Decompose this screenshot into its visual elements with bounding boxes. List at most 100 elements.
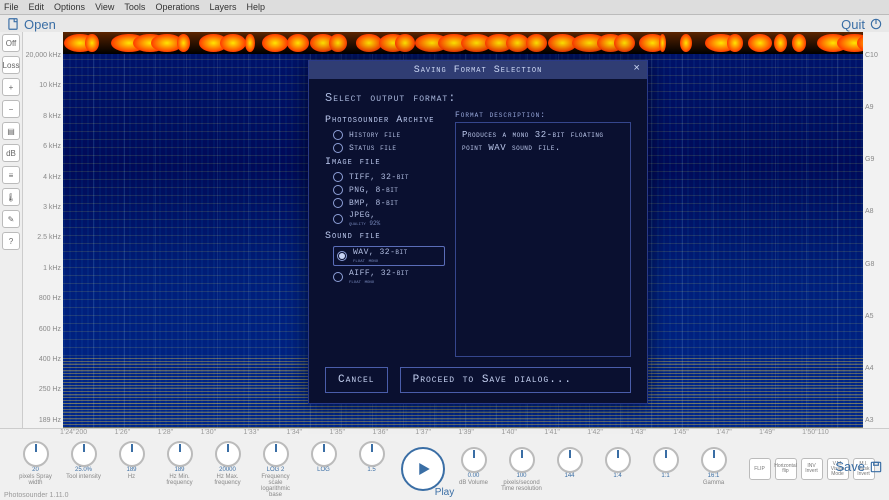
knob-gamma[interactable]: 16:1Gamma: [693, 447, 735, 492]
open-button[interactable]: Open: [6, 17, 56, 32]
format-option-png[interactable]: PNG, 8-bit: [333, 185, 445, 195]
menu-help[interactable]: Help: [246, 2, 265, 12]
subtract-tool[interactable]: −: [2, 100, 20, 118]
eq-tool[interactable]: ≡: [2, 166, 20, 184]
time-tick: 1'33": [244, 429, 260, 441]
option-label: TIFF, 32-bit: [349, 173, 409, 182]
freq-tick: 20,000 kHz: [25, 52, 61, 59]
menu-operations[interactable]: Operations: [155, 2, 199, 12]
time-tick: 1'36": [372, 429, 388, 441]
format-option-aiff[interactable]: AIFF, 32-bitfloat mono: [333, 269, 445, 285]
play-button[interactable]: [401, 447, 445, 491]
knob-pps[interactable]: 100pixels/second Time resolution: [501, 447, 543, 492]
layers-tool[interactable]: ▤: [2, 122, 20, 140]
knob-spray-hz[interactable]: 189Hz: [111, 441, 153, 498]
save-button[interactable]: Save: [835, 459, 883, 474]
option-label: JPEG,quality 92%: [349, 211, 380, 227]
header: Open Quit: [0, 15, 889, 33]
freq-tick: 189 Hz: [25, 417, 61, 424]
knob-max-freq[interactable]: 20000Hz Max. frequency: [207, 441, 249, 498]
hrip-btn[interactable]: Horizontal flip: [775, 458, 797, 480]
db-tool[interactable]: dB: [2, 144, 20, 162]
format-option-history[interactable]: History file: [333, 130, 445, 140]
time-tick: 1'26": [115, 429, 131, 441]
freq-tick: 6 kHz: [25, 143, 61, 150]
format-option-bmp[interactable]: BMP, 8-bit: [333, 198, 445, 208]
off-toggle[interactable]: Off: [2, 34, 20, 52]
lossless-toggle[interactable]: Loss: [2, 56, 20, 74]
knob-value: 189: [126, 467, 136, 473]
knob-tool-intensity[interactable]: 25.0%Tool intensity: [63, 441, 105, 498]
knob-label: Hz: [128, 474, 135, 480]
freq-tick: 2.5 kHz: [25, 234, 61, 241]
freq-tick: 10 kHz: [25, 82, 61, 89]
knob-value: 25.0%: [75, 467, 92, 473]
knob-value: 16:1: [708, 473, 720, 479]
proceed-button[interactable]: Proceed to Save dialog...: [400, 367, 631, 393]
knob-db-vol[interactable]: 0.00dB Volume: [453, 447, 495, 492]
knob-bands-per-oct[interactable]: 144: [549, 447, 591, 492]
freq-tick: 8 kHz: [25, 113, 61, 120]
format-group: Image file: [325, 157, 445, 168]
knob-value: 0.00: [468, 473, 480, 479]
help-tool[interactable]: ?: [2, 232, 20, 250]
pencil-tool[interactable]: ✎: [2, 210, 20, 228]
cancel-button[interactable]: Cancel: [325, 367, 388, 393]
menu-tools[interactable]: Tools: [124, 2, 145, 12]
option-label: WAV, 32-bitfloat mono: [353, 248, 408, 264]
radio-icon: [333, 143, 343, 153]
knob-freq-scale2[interactable]: LOG: [303, 441, 345, 498]
knob-label: Gamma: [703, 480, 724, 486]
format-description: Produces a mono 32-bit floating point WA…: [455, 122, 631, 357]
thermo-tool[interactable]: 🌡: [2, 188, 20, 206]
format-group: Sound file: [325, 231, 445, 242]
menu-options[interactable]: Options: [54, 2, 85, 12]
frequency-axis: 20,000 kHz10 kHz8 kHz6 kHz4 kHz3 kHz2.5 …: [23, 32, 63, 428]
radio-icon: [333, 130, 343, 140]
save-label: Save: [835, 459, 865, 474]
menu-view[interactable]: View: [95, 2, 114, 12]
time-tick: 1'43": [630, 429, 646, 441]
menu-layers[interactable]: Layers: [209, 2, 236, 12]
note-tick: G9: [865, 156, 887, 163]
add-tool[interactable]: +: [2, 78, 20, 96]
option-label: Status file: [349, 144, 397, 153]
knob-ratio-b[interactable]: 1:1: [645, 447, 687, 492]
knob-value: 100: [516, 473, 526, 479]
quit-button[interactable]: Quit: [841, 17, 883, 32]
format-option-tiff[interactable]: TIFF, 32-bit: [333, 172, 445, 182]
time-tick: 1'41": [544, 429, 560, 441]
flip-btn[interactable]: FLIP: [749, 458, 771, 480]
play-icon: [414, 460, 432, 478]
time-tick: 1'28": [158, 429, 174, 441]
note-tick: A4: [865, 365, 887, 372]
knob-value: 1:1: [661, 473, 669, 479]
knob-time-res-l[interactable]: 1.5: [351, 441, 393, 498]
inv-btn[interactable]: INVInvert: [801, 458, 823, 480]
waveform-strip: [63, 32, 863, 54]
close-icon[interactable]: ×: [633, 63, 641, 75]
knob-spray-width[interactable]: 20pixels Spray width: [15, 441, 57, 498]
menu-file[interactable]: File: [4, 2, 19, 12]
radio-icon: [333, 172, 343, 182]
radio-icon: [333, 214, 343, 224]
freq-tick: 400 Hz: [25, 356, 61, 363]
option-label: PNG, 8-bit: [349, 186, 398, 195]
menubar: File Edit Options View Tools Operations Layers…: [0, 0, 889, 15]
format-option-wav[interactable]: WAV, 32-bitfloat mono: [333, 246, 445, 266]
knob-min-freq[interactable]: 189Hz Min. frequency: [159, 441, 201, 498]
note-tick: A9: [865, 104, 887, 111]
time-tick: 1'34": [287, 429, 303, 441]
dialog-titlebar[interactable]: Saving Format Selection ×: [309, 61, 647, 79]
left-toolbar: Off Loss + − ▤ dB ≡ 🌡 ✎?: [0, 32, 23, 428]
knob-ratio-a[interactable]: 1:4: [597, 447, 639, 492]
freq-tick: 600 Hz: [25, 326, 61, 333]
menu-edit[interactable]: Edit: [29, 2, 45, 12]
format-option-jpeg[interactable]: JPEG,quality 92%: [333, 211, 445, 227]
knob-label: Hz Min. frequency: [159, 474, 201, 486]
format-options: Photosounder ArchiveHistory fileStatus f…: [325, 111, 445, 357]
knob-freq-scale[interactable]: LOG 2Frequency scale logarithmic base: [255, 441, 297, 498]
knob-value: 189: [174, 467, 184, 473]
format-option-status[interactable]: Status file: [333, 143, 445, 153]
time-tick: 1'24"200: [60, 429, 87, 441]
